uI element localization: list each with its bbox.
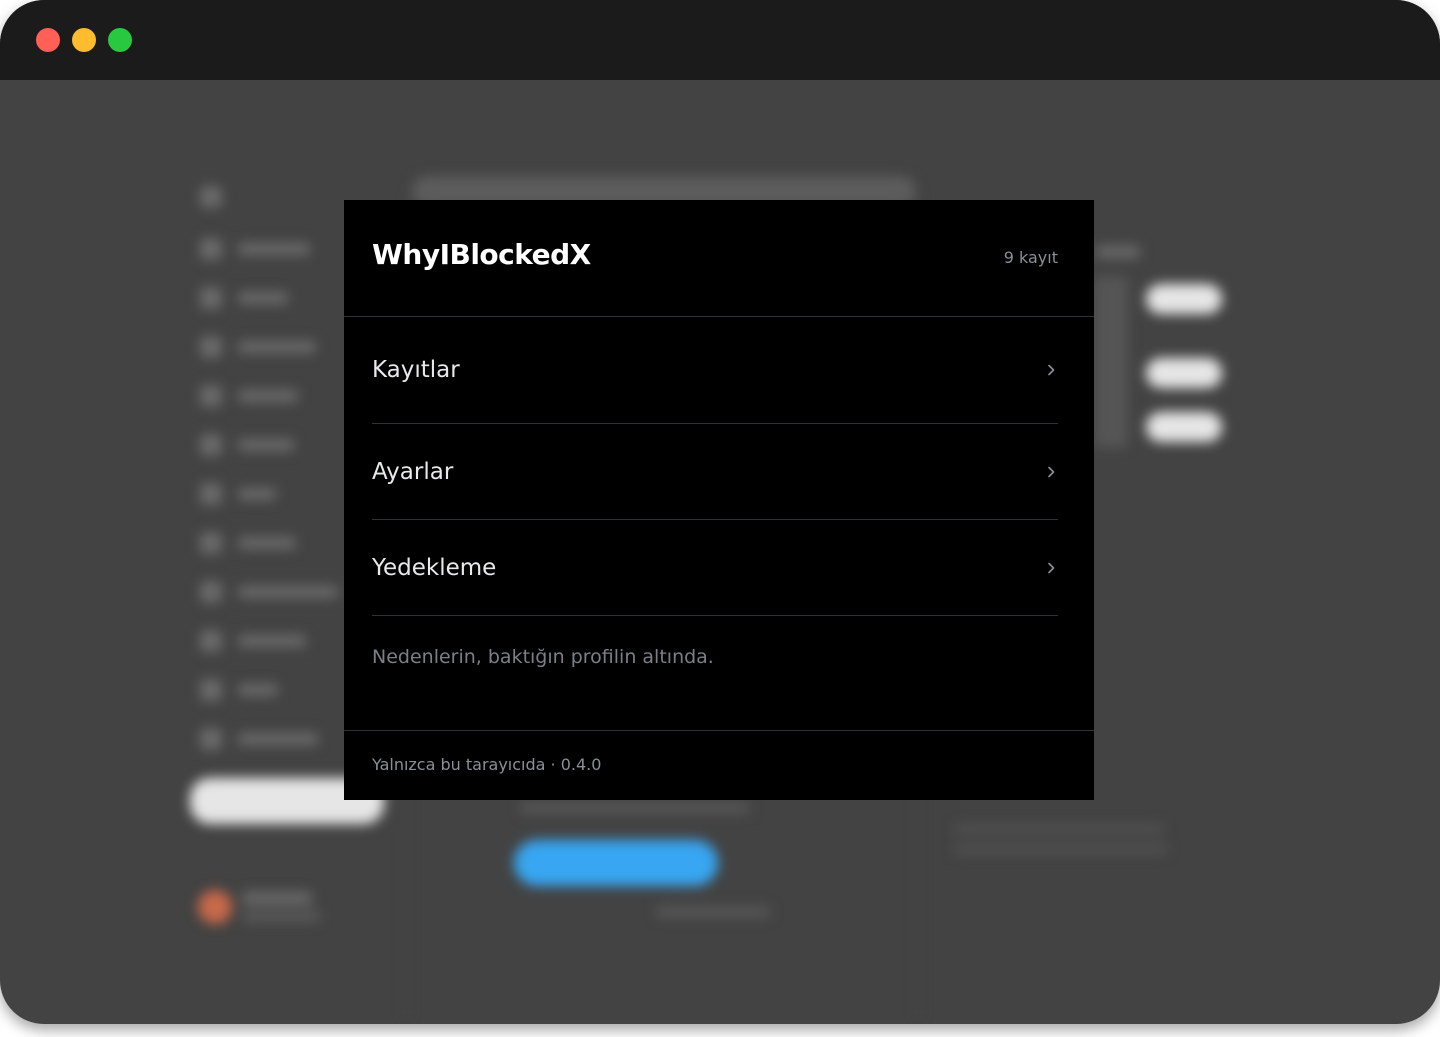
bg-nav-text [238, 537, 296, 549]
menu-item-yedekleme[interactable]: Yedekleme [372, 520, 1058, 616]
chevron-right-icon [1048, 364, 1055, 376]
bg-footer-links [954, 824, 1164, 834]
menu-item-ayarlar[interactable]: Ayarlar [372, 424, 1058, 520]
footer-version-text: Yalnızca bu tarayıcıda · 0.4.0 [372, 755, 602, 774]
bg-nav-text [238, 390, 298, 402]
title-bar [0, 0, 1440, 80]
bg-logo-icon [200, 186, 222, 208]
bg-nav-text [238, 341, 316, 353]
close-window-button[interactable] [36, 28, 60, 52]
bg-nav-text [238, 586, 338, 598]
menu-item-label: Kayıtlar [372, 357, 460, 383]
popup-header: WhyIBlockedX 9 kayıt [344, 200, 1094, 317]
menu-item-label: Yedekleme [372, 554, 497, 581]
bg-nav-icon [200, 385, 222, 407]
menu-item-kayitlar[interactable]: Kayıtlar [372, 317, 1058, 424]
bg-nav-icon [200, 679, 222, 701]
bg-nav-text [238, 243, 310, 255]
bg-nav-icon [200, 287, 222, 309]
bg-nav-icon [200, 434, 222, 456]
record-count-badge: 9 kayıt [1003, 248, 1058, 267]
bg-nav-text [238, 292, 288, 304]
bg-panel [1094, 276, 1128, 448]
bg-heading-text [1096, 246, 1140, 258]
chevron-right-icon [1048, 562, 1055, 573]
chevron-right-icon [1048, 466, 1055, 477]
bg-follow-button [1146, 412, 1222, 442]
bg-nav-text [238, 635, 306, 647]
bg-nav-text [238, 488, 276, 500]
bg-profile-text [242, 892, 312, 904]
maximize-window-button[interactable] [108, 28, 132, 52]
bg-nav-icon [200, 532, 222, 554]
bg-follow-button [1146, 358, 1222, 388]
app-title: WhyIBlockedX [372, 238, 591, 271]
bg-nav-icon [200, 581, 222, 603]
bg-nav-icon [200, 336, 222, 358]
bg-nav-icon [200, 728, 222, 750]
menu-item-label: Ayarlar [372, 458, 454, 485]
bg-avatar [198, 890, 232, 924]
bg-footer-links [954, 844, 1168, 854]
bg-primary-button [514, 840, 718, 886]
extension-popup: WhyIBlockedX 9 kayıt Kayıtlar Ayarlar Ye… [344, 200, 1094, 800]
popup-menu: Kayıtlar Ayarlar Yedekleme [372, 317, 1058, 616]
bg-profile-text [242, 910, 320, 922]
bg-nav-text [238, 439, 294, 451]
bg-link-text [656, 906, 770, 918]
minimize-window-button[interactable] [72, 28, 96, 52]
bg-follow-button [1146, 284, 1222, 314]
bg-nav-text [238, 684, 278, 696]
bg-nav-text [238, 733, 318, 745]
bg-caption-text [520, 802, 750, 814]
bg-nav-icon [200, 238, 222, 260]
browser-window: WhyIBlockedX 9 kayıt Kayıtlar Ayarlar Ye… [0, 0, 1440, 1024]
bg-nav-icon [200, 483, 222, 505]
bg-nav-icon [200, 630, 222, 652]
hint-text: Nedenlerin, baktığın profilin altında. [372, 646, 714, 668]
popup-footer: Yalnızca bu tarayıcıda · 0.4.0 [344, 730, 1094, 801]
